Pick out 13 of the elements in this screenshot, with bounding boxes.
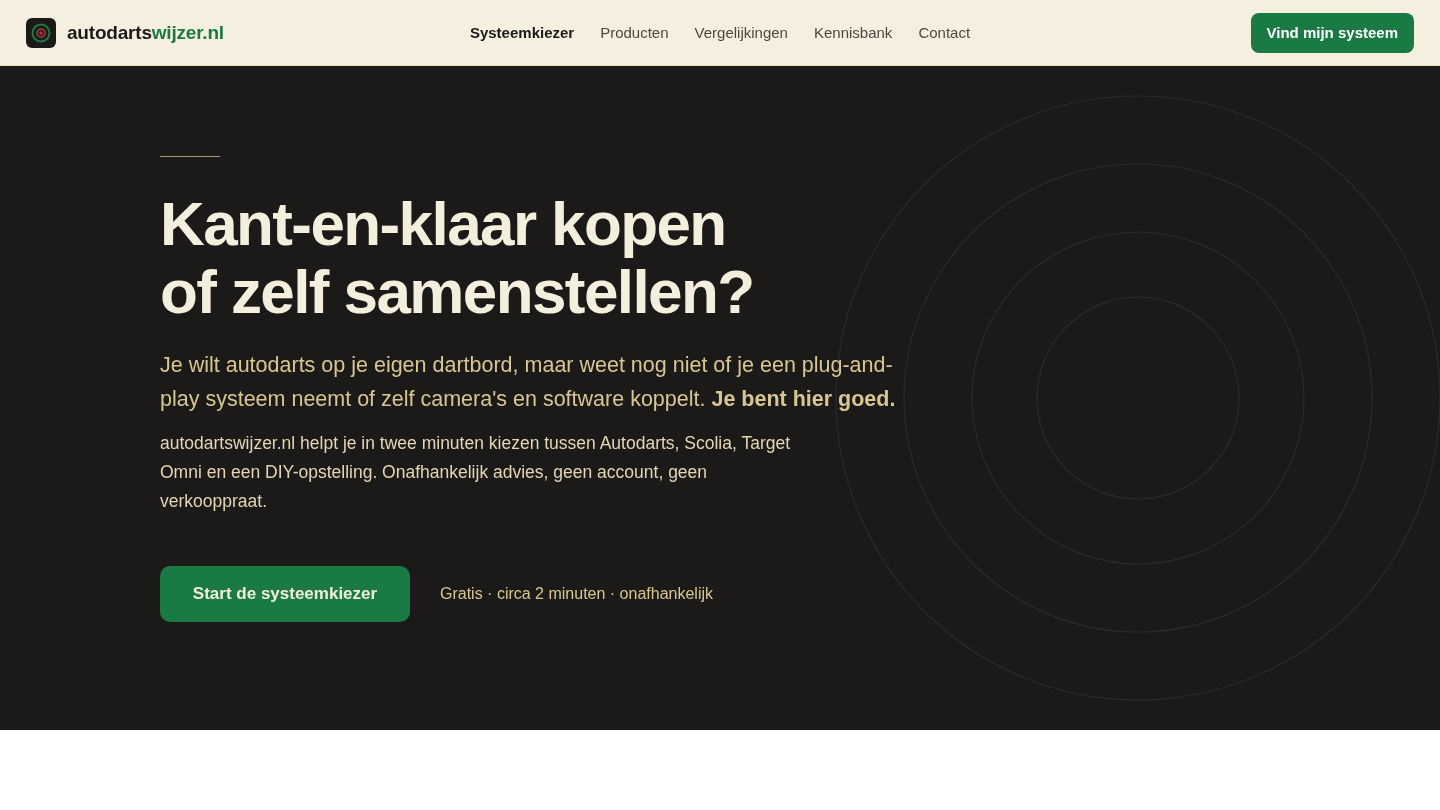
find-system-button[interactable]: Vind mijn systeem [1250,12,1414,53]
hero-body-text: autodartswijzer.nl helpt je in twee minuten kiezen tussen Autodarts, Scolia, Target Omni en een DIY-opstelling. Onafhankelijk advies, geen account, geen verkooppraat. [160,432,792,513]
dartboard-logo-icon [26,17,56,48]
hero-heading: Kant-en-klaar kopen of zelf samenstellen? [160,190,754,326]
start-selector-button[interactable]: Start de systeemkiezer [160,566,410,622]
hero-meta-text: Gratis · circa 2 minuten · onafhankelijk [440,585,713,603]
nav-link[interactable]: Systeemkiezer [469,24,575,41]
logo-link[interactable]: autodartswijzer.nl [26,17,224,48]
nav-link[interactable]: Contact [918,24,971,41]
hero-lead-text: Je wilt autodarts op je eigen dartbord, maar weet nog niet of je een plug-and-play systeem neemt of zelf camera's en software koppelt. Je bent hier goed. [160,352,897,413]
nav-link[interactable]: Kennisbank [813,24,893,41]
nav-link[interactable]: Producten [600,24,669,41]
nav-link[interactable]: Vergelijkingen [694,24,788,41]
